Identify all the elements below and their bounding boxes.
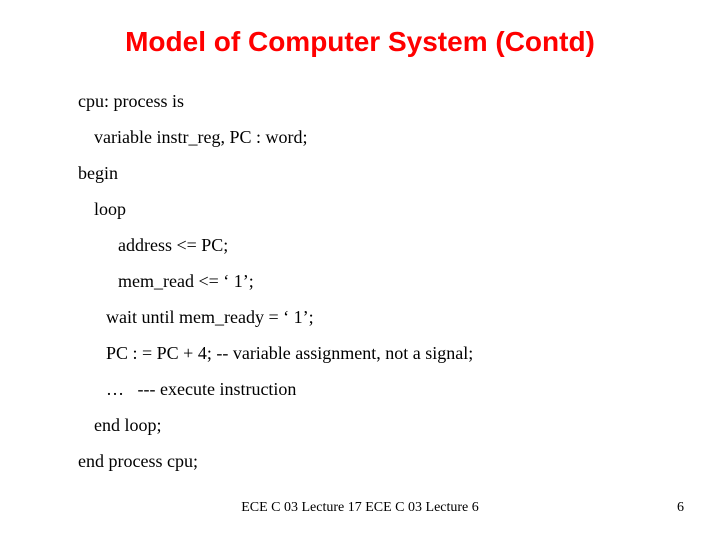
code-line: cpu: process is xyxy=(78,92,658,110)
code-line: end process cpu; xyxy=(78,452,658,470)
code-line: … --- execute instruction xyxy=(78,380,658,398)
code-line: variable instr_reg, PC : word; xyxy=(78,128,658,146)
page-number: 6 xyxy=(677,500,684,516)
code-line: loop xyxy=(78,200,658,218)
code-line: end loop; xyxy=(78,416,658,434)
slide-title: Model of Computer System (Contd) xyxy=(0,26,720,58)
code-line: PC : = PC + 4; -- variable assignment, n… xyxy=(78,344,658,362)
code-line: address <= PC; xyxy=(78,236,658,254)
slide: Model of Computer System (Contd) cpu: pr… xyxy=(0,0,720,540)
code-line: mem_read <= ‘ 1’; xyxy=(78,272,658,290)
code-line: begin xyxy=(78,164,658,182)
footer-text: ECE C 03 Lecture 17 ECE C 03 Lecture 6 xyxy=(0,500,720,516)
code-line: wait until mem_ready = ‘ 1’; xyxy=(78,308,658,326)
code-block: cpu: process is variable instr_reg, PC :… xyxy=(78,92,658,488)
